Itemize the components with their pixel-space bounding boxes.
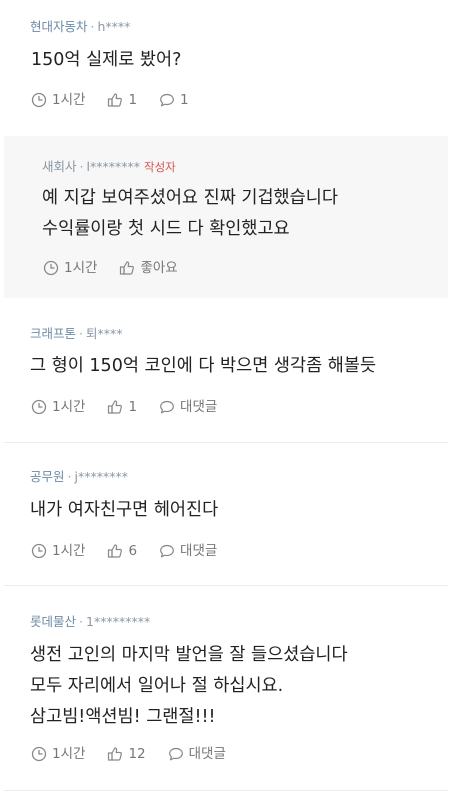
thumbs-up-icon bbox=[108, 544, 123, 558]
comment-line: 생전 고인의 마지막 발언을 잘 들으셨습니다 bbox=[30, 645, 348, 665]
comment-item: 현대자동차 · h**** 150억 실제로 봤어? 1시간 1 1 bbox=[4, 0, 448, 135]
comment-actions: 1시간 12 대댓글 bbox=[31, 744, 248, 764]
speech-bubble-icon bbox=[160, 544, 174, 558]
comment-meta: 공무원 · j******** bbox=[30, 469, 128, 484]
company-name[interactable]: 롯데물산 bbox=[30, 614, 76, 629]
reply-item: 새회사 · l******** 작성자 예 지갑 보여주셨어요 진짜 기겁했습니다 수… bbox=[4, 136, 448, 298]
like-count: 1 bbox=[128, 399, 138, 415]
time-text: 1시간 bbox=[52, 92, 86, 108]
reply-label: 대댓글 bbox=[180, 543, 218, 559]
like-count: 12 bbox=[128, 746, 146, 762]
comment-body[interactable]: 150억 실제로 봤어? bbox=[31, 45, 181, 76]
like-button[interactable]: 12 bbox=[107, 746, 146, 762]
company-name[interactable]: 크래프톤 bbox=[30, 326, 76, 341]
reply-button[interactable]: 대댓글 bbox=[159, 399, 217, 415]
speech-bubble-icon bbox=[160, 93, 174, 107]
comment-body[interactable]: 예 지갑 보여주셨어요 진짜 기겁했습니다 수익률이랑 첫 시드 다 확인했고요 bbox=[42, 183, 338, 245]
reply-label: 대댓글 bbox=[180, 399, 218, 415]
speech-bubble-icon bbox=[168, 747, 183, 761]
comment-item: 크래프톤 · 퇴**** 그 형이 150억 코인에 다 박으면 생각좀 해볼듯 1… bbox=[4, 299, 448, 442]
comment-actions: 1시간 좋아요 bbox=[43, 258, 200, 278]
comment-actions: 1시간 6 대댓글 bbox=[31, 541, 239, 561]
comment-line: 그 형이 150억 코인에 다 박으면 생각좀 해볼듯 bbox=[30, 356, 377, 376]
clock-icon bbox=[43, 260, 59, 276]
like-button[interactable]: 6 bbox=[107, 543, 137, 559]
time-info: 1시간 bbox=[31, 399, 85, 415]
reply-button[interactable]: 1 bbox=[159, 92, 189, 108]
time-info: 1시간 bbox=[31, 92, 85, 108]
reply-button[interactable]: 대댓글 bbox=[168, 746, 226, 762]
author-badge: 작성자 bbox=[143, 160, 176, 174]
username[interactable]: l******** bbox=[87, 159, 140, 174]
comment-item: 롯데물산 · 1********* 생전 고인의 마지막 발언을 잘 들으셨습니다 … bbox=[4, 586, 448, 790]
clock-icon bbox=[31, 543, 47, 559]
like-count: 1 bbox=[128, 92, 138, 108]
comment-meta: 롯데물산 · 1********* bbox=[30, 614, 151, 629]
time-text: 1시간 bbox=[64, 260, 98, 276]
divider bbox=[4, 790, 448, 791]
comment-meta: 현대자동차 · h**** bbox=[30, 19, 131, 34]
time-text: 1시간 bbox=[52, 399, 86, 415]
like-button[interactable]: 1 bbox=[107, 92, 137, 108]
comment-body[interactable]: 그 형이 150억 코인에 다 박으면 생각좀 해볼듯 bbox=[30, 351, 376, 382]
comment-body[interactable]: 내가 여자친구면 헤어진다 bbox=[30, 495, 218, 526]
comment-actions: 1시간 1 1 bbox=[31, 90, 211, 110]
username[interactable]: 퇴**** bbox=[86, 326, 123, 341]
time-text: 1시간 bbox=[52, 746, 86, 762]
clock-icon bbox=[31, 746, 47, 762]
like-label: 좋아요 bbox=[140, 260, 178, 276]
speech-bubble-icon bbox=[160, 400, 174, 414]
username[interactable]: 1********* bbox=[86, 614, 150, 629]
comment-line: 삼고빔!액션빔! 그랜절!!! bbox=[30, 707, 216, 727]
company-name[interactable]: 현대자동차 bbox=[30, 19, 88, 34]
time-text: 1시간 bbox=[52, 543, 86, 559]
time-info: 1시간 bbox=[31, 746, 85, 762]
comment-line: 수익률이랑 첫 시드 다 확인했고요 bbox=[42, 219, 290, 239]
clock-icon bbox=[31, 399, 47, 415]
company-name[interactable]: 공무원 bbox=[30, 469, 65, 484]
thumbs-up-icon bbox=[108, 93, 123, 107]
username[interactable]: h**** bbox=[98, 19, 131, 34]
like-button[interactable]: 좋아요 bbox=[119, 260, 178, 276]
username[interactable]: j******** bbox=[75, 469, 128, 484]
comment-line: 예 지갑 보여주셨어요 진짜 기겁했습니다 bbox=[42, 188, 338, 208]
comment-line: 내가 여자친구면 헤어진다 bbox=[30, 500, 219, 520]
reply-count: 1 bbox=[180, 92, 189, 108]
comment-meta: 새회사 · l******** 작성자 bbox=[42, 159, 176, 174]
thumbs-up-icon bbox=[108, 747, 123, 761]
comment-line: 모두 자리에서 일어나 절 하십시요. bbox=[30, 676, 284, 696]
reply-label: 대댓글 bbox=[188, 746, 226, 762]
thumbs-up-icon bbox=[108, 400, 123, 414]
time-info: 1시간 bbox=[31, 543, 85, 559]
comment-item: 공무원 · j******** 내가 여자친구면 헤어진다 1시간 6 대댓글 bbox=[4, 443, 448, 585]
like-button[interactable]: 1 bbox=[107, 399, 137, 415]
time-info: 1시간 bbox=[43, 260, 97, 276]
reply-button[interactable]: 대댓글 bbox=[159, 543, 217, 559]
comment-meta: 크래프톤 · 퇴**** bbox=[30, 326, 123, 341]
like-count: 6 bbox=[128, 543, 138, 559]
clock-icon bbox=[31, 92, 47, 108]
comment-body[interactable]: 생전 고인의 마지막 발언을 잘 들으셨습니다 모두 자리에서 일어나 절 하십… bbox=[30, 640, 348, 733]
thumbs-up-icon bbox=[120, 261, 135, 275]
company-name[interactable]: 새회사 bbox=[42, 159, 77, 174]
comment-actions: 1시간 1 대댓글 bbox=[31, 397, 239, 417]
comment-line: 150억 실제로 봤어? bbox=[31, 50, 182, 70]
